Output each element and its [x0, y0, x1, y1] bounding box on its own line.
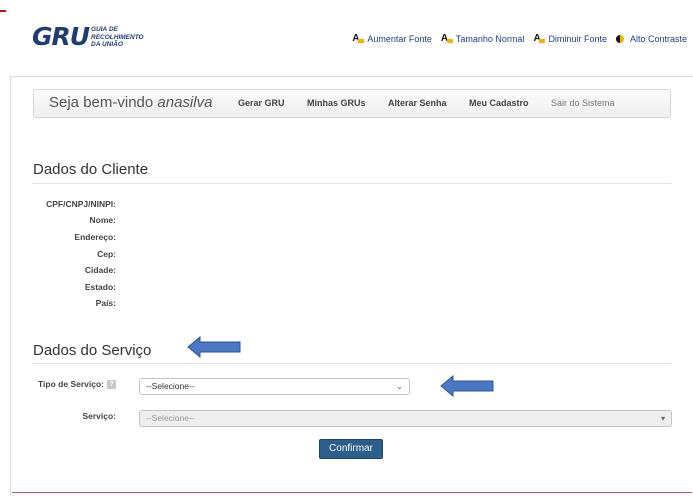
cidade-label: Cidade:: [11, 265, 116, 275]
cpf-label: CPF/CNPJ/NINPI:: [11, 199, 116, 209]
logo-text-line-2: Recolhimento: [91, 34, 144, 42]
gru-logo: GRU Guia de Recolhimento da União: [32, 24, 162, 50]
nome-label: Nome:: [11, 215, 116, 225]
annotation-arrow-title-icon: [186, 335, 242, 359]
annotation-arrow-select-icon: [439, 374, 495, 398]
servico-label: Serviço:: [11, 411, 116, 421]
tipo-servico-label: Tipo de Serviço:?: [11, 379, 116, 389]
corner-mark: [0, 10, 6, 12]
nav-sair-do-sistema[interactable]: Sair do Sistema: [551, 98, 615, 108]
tipo-servico-select[interactable]: --Selecione-- ⌄: [139, 378, 410, 395]
main-panel: Seja bem-vindo anasilva Gerar GRU Minhas…: [10, 76, 693, 495]
decrease-font-link[interactable]: Diminuir Fonte: [533, 34, 607, 44]
pais-label: País:: [11, 298, 116, 308]
contrast-icon: [616, 35, 624, 43]
client-divider: [33, 183, 671, 184]
logo-text-line-1: Guia de: [91, 26, 144, 34]
increase-font-link[interactable]: Aumentar Fonte: [352, 34, 432, 44]
accessibility-bar: Aumentar Fonte Tamanho Normal Diminuir F…: [343, 34, 687, 44]
tipo-servico-value: --Selecione--: [146, 381, 195, 391]
username: anasilva: [157, 94, 212, 111]
logo-text: Guia de Recolhimento da União: [91, 26, 144, 49]
chevron-down-icon: ⌄: [396, 379, 403, 394]
logo-text-line-3: da União: [91, 41, 144, 49]
decrease-font-label: Diminuir Fonte: [548, 34, 607, 44]
font-size-icon: [533, 35, 545, 44]
bottom-line: [12, 492, 692, 493]
cep-label: Cep:: [11, 249, 116, 259]
service-divider: [33, 363, 671, 364]
nav-minhas-grus[interactable]: Minhas GRUs: [307, 98, 366, 108]
normal-font-link[interactable]: Tamanho Normal: [441, 34, 525, 44]
nav-alterar-senha[interactable]: Alterar Senha: [388, 98, 447, 108]
nav-gerar-gru[interactable]: Gerar GRU: [238, 98, 285, 108]
high-contrast-label: Alto Contraste: [630, 34, 687, 44]
font-size-icon: [441, 35, 453, 44]
tipo-servico-label-text: Tipo de Serviço:: [38, 379, 104, 389]
font-size-icon: [352, 35, 364, 44]
endereco-label: Endereço:: [11, 232, 116, 242]
welcome-message: Seja bem-vindo anasilva: [49, 94, 212, 111]
help-icon[interactable]: ?: [107, 380, 116, 389]
client-section-title: Dados do Cliente: [33, 161, 148, 178]
high-contrast-link[interactable]: Alto Contraste: [616, 34, 687, 44]
caret-down-icon: ▾: [661, 411, 665, 426]
nav-meu-cadastro[interactable]: Meu Cadastro: [469, 98, 529, 108]
servico-select: --Selecione-- ▾: [139, 410, 672, 427]
service-section-title: Dados do Serviço: [33, 342, 151, 359]
increase-font-label: Aumentar Fonte: [367, 34, 432, 44]
servico-value: --Selecione--: [146, 413, 195, 423]
estado-label: Estado:: [11, 282, 116, 292]
normal-font-label: Tamanho Normal: [456, 34, 525, 44]
logo-mark: GRU: [32, 24, 89, 50]
confirm-button[interactable]: Confirmar: [319, 439, 383, 459]
top-navbar: Seja bem-vindo anasilva Gerar GRU Minhas…: [33, 89, 671, 118]
welcome-prefix: Seja bem-vindo: [49, 94, 153, 111]
